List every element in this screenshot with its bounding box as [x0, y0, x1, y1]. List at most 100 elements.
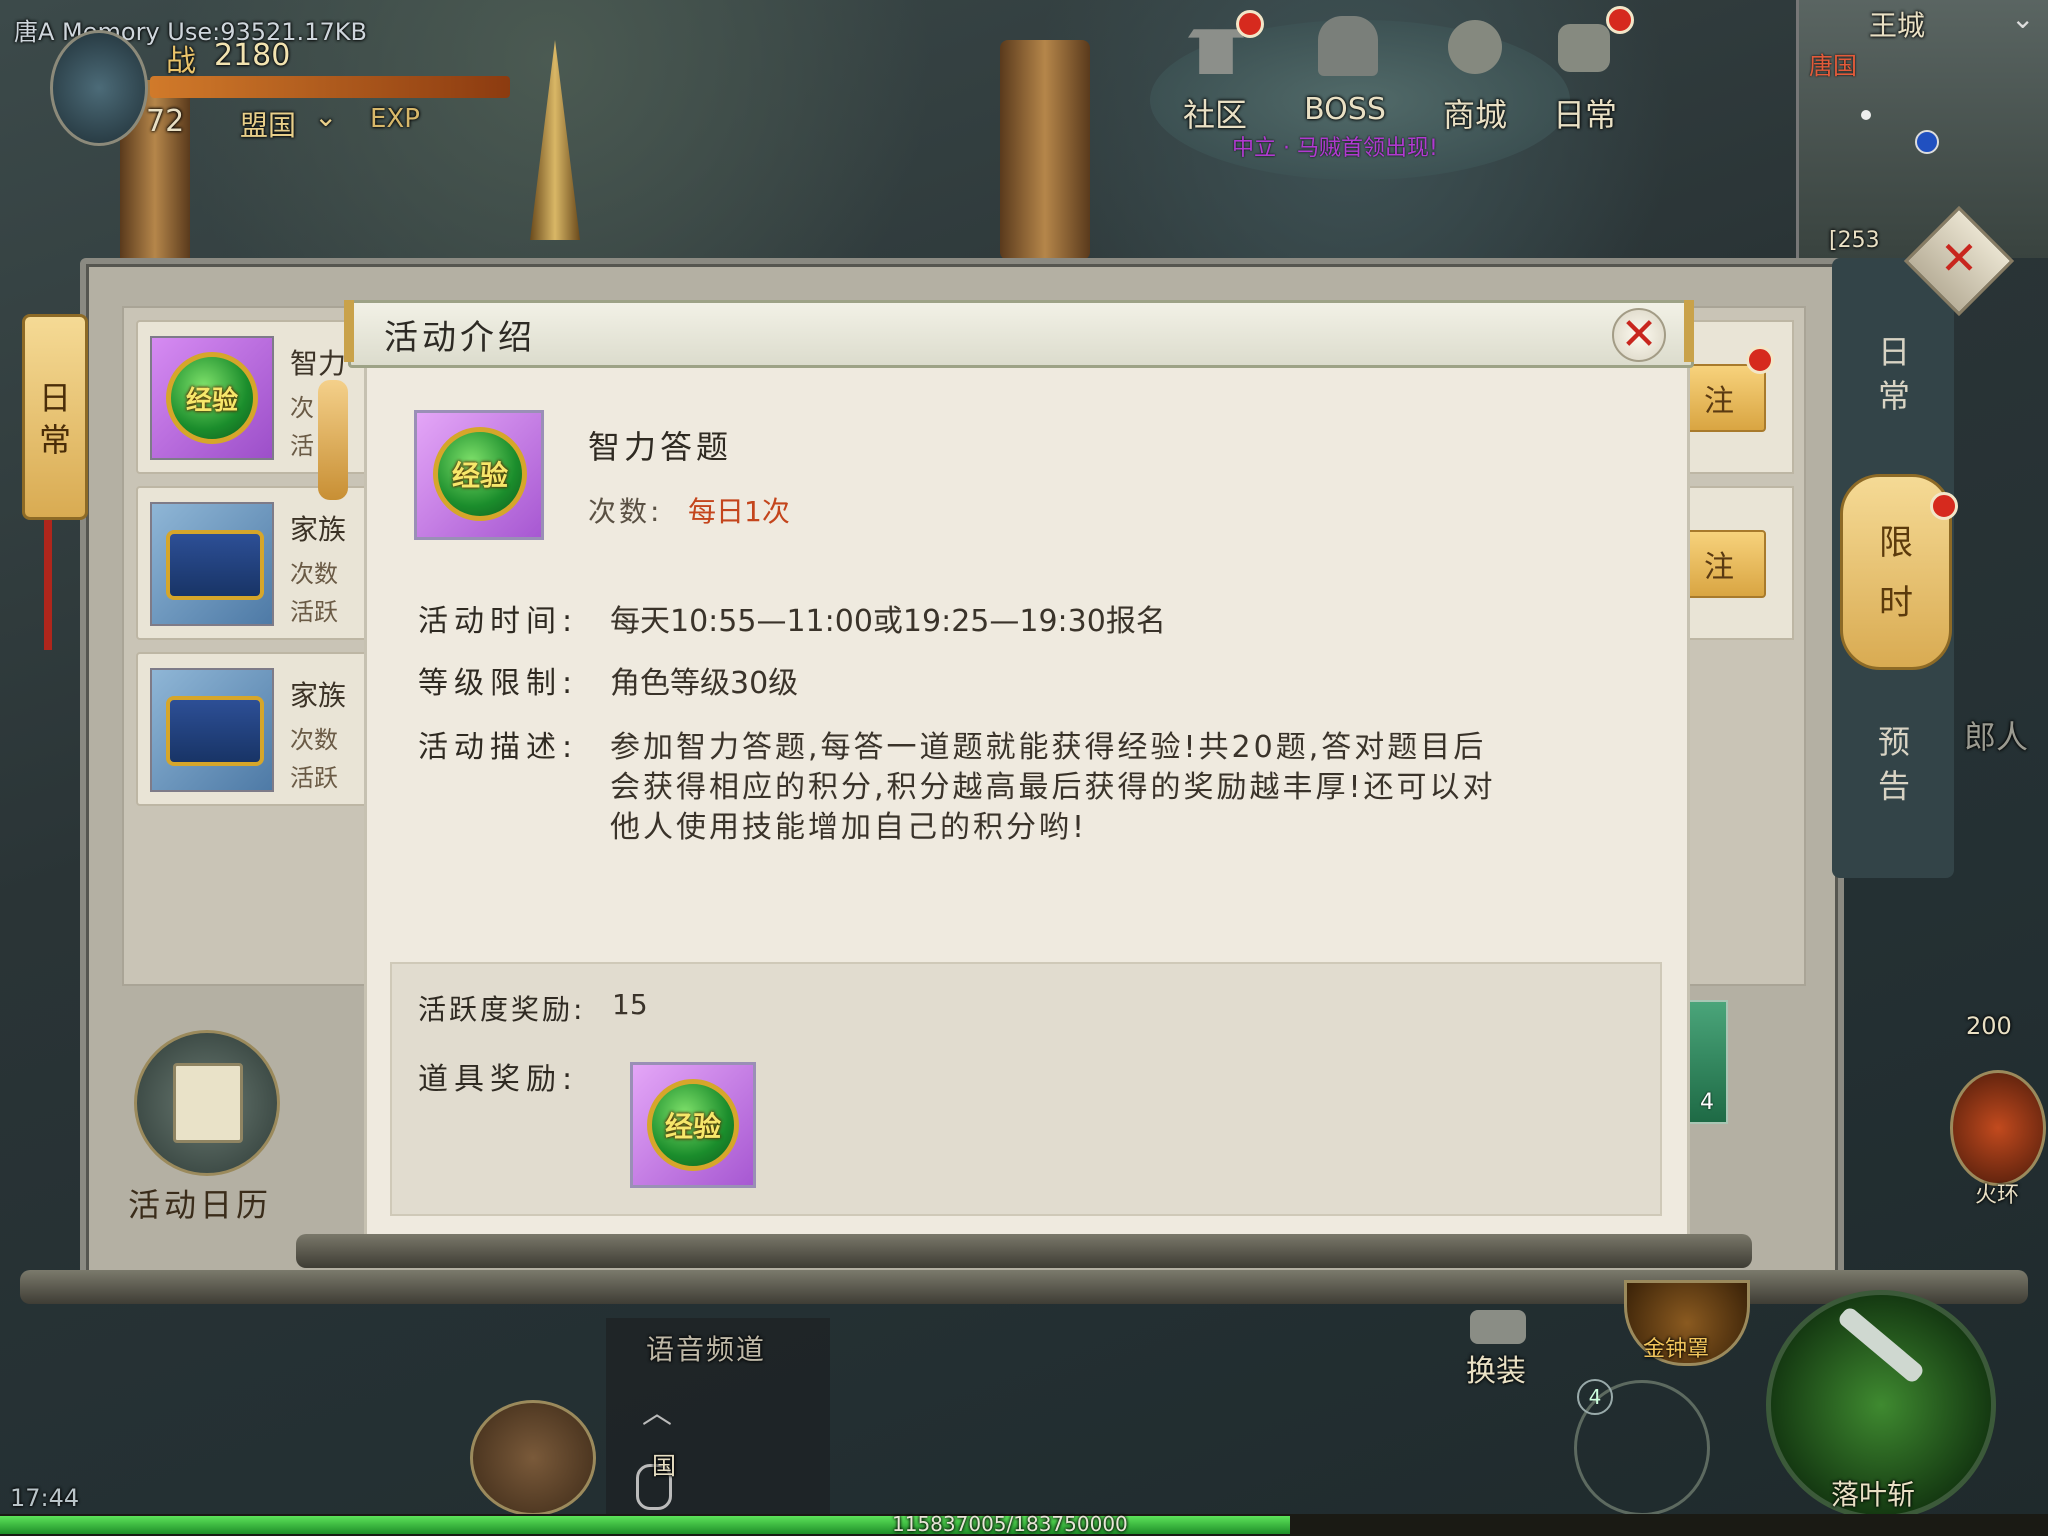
dialog-base-rail — [296, 1234, 1752, 1268]
desc-line: 会获得相应的积分,积分越高最后获得的奖励越丰厚!还可以对 — [610, 770, 1496, 805]
exp-orb-icon: 经验 — [166, 352, 258, 444]
level-badge: 72 — [146, 104, 185, 139]
side-label: 郎人 — [1964, 718, 2029, 756]
main-attack-button[interactable]: 落叶斩 — [1766, 1290, 1996, 1520]
header-ornament — [1684, 300, 1694, 362]
desc-label: 活动描述: — [418, 730, 579, 765]
notification-dot — [1606, 6, 1634, 34]
lantern-decoration — [318, 380, 348, 500]
notification-dot — [1930, 492, 1958, 520]
tab-preview[interactable]: 预告 — [1844, 720, 1944, 808]
power-value: 2180 — [214, 38, 291, 73]
activity-name: 智力答题 — [588, 428, 733, 466]
scroll-icon — [173, 1063, 243, 1143]
swap-icon — [1470, 1310, 1526, 1344]
boss-helmet-icon — [1318, 16, 1378, 76]
scene-pillar — [1000, 40, 1090, 260]
level-label: 等级限制: — [418, 666, 579, 701]
chevron-down-icon[interactable]: ⌄ — [2011, 2, 2034, 35]
menu-label: 日常 — [1552, 96, 1617, 134]
dance-skill-button[interactable] — [470, 1400, 596, 1516]
item-icon — [150, 502, 274, 626]
tab-label: 预告 — [1877, 723, 1910, 805]
minimap-nation: 唐国 — [1809, 52, 1857, 80]
times-label: 次数: — [588, 495, 663, 528]
top-menu: 社区 BOSS 商城 日常 — [1160, 6, 1634, 140]
notification-dot — [1746, 346, 1774, 374]
announcement-text: 中立 · 马贼首领出现! — [1232, 136, 1438, 161]
sword-icon — [1836, 1305, 1926, 1385]
notification-dot — [1236, 10, 1264, 38]
tab-label: 日常 — [1877, 333, 1910, 415]
chest-icon — [166, 530, 264, 600]
desc-line: 参加智力答题,每答一道题就能获得经验!共20题,答对题目后 — [610, 730, 1487, 765]
activity-title: 家族 — [290, 679, 347, 712]
item-reward-label: 道具奖励: — [418, 1062, 579, 1097]
item-icon — [150, 668, 274, 792]
skill-label: 金钟罩 — [1643, 1337, 1710, 1362]
skill-fire-ring[interactable]: 火环 — [1950, 1070, 2046, 1208]
time-label: 活动时间: — [418, 604, 579, 639]
activity-times: 次 — [290, 394, 314, 422]
equip-swap-button[interactable]: 换装 — [1440, 1310, 1560, 1390]
nation-chat-label[interactable]: 国 — [652, 1446, 676, 1481]
level-value: 角色等级30级 — [610, 666, 799, 701]
slot-counter: 4 — [1577, 1379, 1613, 1415]
equip-swap-label: 换装 — [1466, 1354, 1526, 1389]
close-icon: ✕ — [1620, 309, 1658, 360]
minimap-region: 王城 — [1869, 9, 1926, 42]
npc-marker — [1915, 130, 1939, 154]
activity-active: 活 — [290, 432, 314, 460]
tab-label: 限时 — [1879, 523, 1913, 623]
menu-label: BOSS — [1304, 92, 1386, 127]
minimap[interactable]: 王城 ⌄ 唐国 [253 — [1796, 0, 2048, 258]
chevron-down-icon[interactable]: ⌄ — [314, 100, 337, 133]
skill-slot-empty[interactable]: 4 — [1574, 1379, 1710, 1516]
exp-orb-icon: 经验 — [433, 427, 527, 521]
tab-daily[interactable]: 日常 — [1844, 330, 1944, 418]
activity-active: 活跃 — [290, 598, 338, 626]
power-label: 战 — [166, 44, 196, 79]
clock: 17:44 — [10, 1484, 80, 1512]
daily-icon — [1558, 24, 1610, 72]
activity-row[interactable]: 家族 次数 活跃 — [136, 652, 370, 806]
dialog-close-button[interactable]: ✕ — [1612, 308, 1666, 362]
skill-label: 落叶斩 — [1831, 1478, 1916, 1511]
avatar[interactable] — [50, 30, 148, 146]
time-value: 每天10:55—11:00或19:25—19:30报名 — [610, 604, 1166, 639]
chat-panel[interactable]: 语音频道 ︿ 国 — [606, 1318, 830, 1518]
activity-times: 次数 — [290, 560, 338, 588]
minimap-coords: [253 — [1829, 228, 1880, 253]
skill-label: 火环 — [1975, 1183, 2020, 1208]
calendar-button[interactable] — [134, 1030, 280, 1176]
shop-icon — [1448, 20, 1502, 74]
voice-channel-label: 语音频道 — [646, 1333, 767, 1366]
item-count: 4 — [1700, 1090, 1714, 1115]
dialog-title: 活动介绍 — [384, 318, 536, 358]
activity-title: 家族 — [290, 513, 347, 546]
chevron-up-icon[interactable]: ︿ — [642, 1388, 672, 1432]
activity-reward-value: 15 — [612, 988, 648, 1021]
reward-item[interactable]: 经验 — [630, 1062, 756, 1188]
activity-title: 智力 — [290, 347, 347, 380]
exp-label: EXP — [370, 104, 420, 134]
activity-row[interactable]: 家族 次数 活跃 — [136, 486, 370, 640]
activity-icon: 经验 — [414, 410, 544, 540]
item-icon: 经验 — [150, 336, 274, 460]
tab-label: 日常 — [38, 379, 71, 459]
desc-line: 他人使用技能增加自己的积分哟! — [610, 810, 1088, 845]
chest-icon — [166, 696, 264, 766]
tab-daily-left[interactable]: 日常 — [22, 314, 88, 520]
activity-times: 次数 — [290, 726, 338, 754]
reward-item-partial: 4 — [1684, 1000, 1728, 1124]
activity-active: 活跃 — [290, 764, 338, 792]
nation-label[interactable]: 盟国 — [240, 104, 296, 144]
tassel-decoration — [44, 520, 52, 650]
player-marker — [1861, 110, 1871, 120]
exp-orb-icon: 经验 — [647, 1079, 739, 1171]
dialog-header — [348, 300, 1694, 368]
activity-reward-label: 活跃度奖励: — [418, 993, 586, 1026]
calendar-label: 活动日历 — [128, 1186, 273, 1224]
hp-bar — [150, 76, 510, 98]
close-icon[interactable]: ✕ — [1934, 230, 1984, 286]
